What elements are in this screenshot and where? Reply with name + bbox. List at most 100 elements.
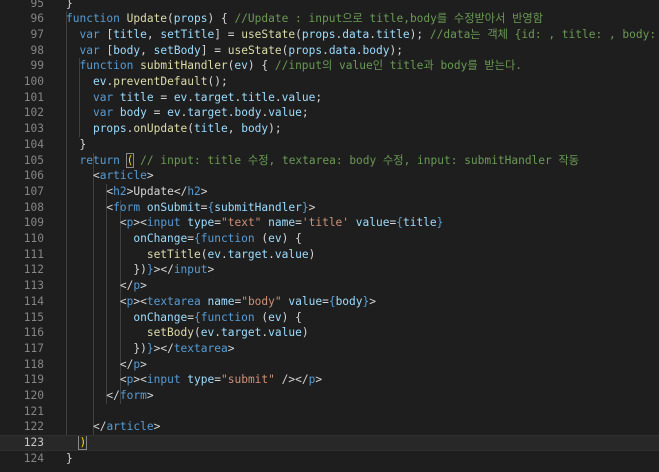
code-token: submitHandler [214,200,302,214]
code-line[interactable]: 111 setTitle(ev.target.value) [0,247,659,263]
code-line[interactable]: 98 var [body, setBody] = useState(props.… [0,43,659,59]
code-token: Update [133,184,174,198]
code-token: props [173,12,208,26]
code-token: ); [268,122,282,136]
code-text: setBody(ev.target.value) [66,325,309,341]
code-line[interactable]: 107 <h2>Update</h2> [0,184,659,200]
line-number: 103 [23,122,44,136]
code-line[interactable]: 108 <form onSubmit={submitHandler}> [0,200,659,216]
code-token: = [322,294,329,308]
line-number: 114 [23,294,44,308]
code-text: <h2>Update</h2> [66,184,208,200]
code-token: > [200,184,208,198]
code-token: = [214,216,221,230]
code-token: = [187,232,194,245]
code-token: . [268,247,275,261]
code-line[interactable]: 114 <p><textarea name="body" value={body… [0,294,659,310]
code-token: ] = [200,43,228,57]
code-token: > [315,373,323,387]
code-line[interactable]: 113 </p> [0,278,659,294]
line-number: 102 [23,106,44,120]
code-line[interactable]: 99 function submitHandler(ev) { //input의… [0,58,659,74]
code-token: ); [409,27,430,41]
code-token: ( [295,27,302,41]
line-number: 110 [23,232,44,245]
code-token: form [119,389,147,402]
line-number: 97 [30,27,44,41]
code-line[interactable]: 115 onChange={function (ev) { [0,310,659,326]
code-line[interactable]: 124} [0,451,659,467]
code-line[interactable]: 109 <p><input type="text" name='title' v… [0,215,659,231]
line-number: 108 [23,200,44,214]
code-token: > [146,389,154,402]
code-token: {function [194,232,262,245]
code-token: , [146,27,161,41]
code-line[interactable]: 119 <p><input type="submit" /></p> [0,372,659,388]
code-token: ev [234,59,248,73]
code-line[interactable]: 95} [0,0,659,11]
code-line[interactable]: 120 </form> [0,388,659,404]
code-token: submitHandler [140,59,228,73]
code-text: setTitle(ev.target.value) [66,247,315,263]
code-token: setBody [146,326,194,340]
code-line[interactable]: 104 } [0,137,659,153]
code-token: , [227,122,242,136]
code-token: ) [301,326,309,340]
code-token: > [153,420,161,434]
code-token: } [66,451,73,465]
code-token: ev [200,326,215,340]
code-token: type [187,216,215,230]
code-line[interactable]: 97 var [title, setTitle] = useState(prop… [0,27,659,43]
code-text: } [66,451,73,467]
code-token: value [268,326,302,340]
code-line[interactable]: 121 [0,404,659,420]
code-line[interactable]: 110 onChange={function (ev) { [0,231,659,247]
line-number: 112 [23,263,44,277]
code-token: = [214,373,221,387]
code-text: var [title, setTitle] = useState(props.d… [66,27,659,43]
code-line[interactable]: 105 return ( // input: title 수정, textare… [0,152,659,169]
code-line[interactable]: 106 <article> [0,168,659,184]
code-token: 'title' [301,216,350,230]
code-token: > [227,341,235,355]
line-number: 123 [23,436,44,450]
code-token: { [396,216,403,230]
code-token: "submit" [221,373,275,387]
code-line[interactable]: 100 ev.preventDefault(); [0,74,659,90]
code-token: >< [133,216,147,230]
code-line[interactable]: 118 </p> [0,357,659,373]
code-line[interactable]: 122 </article> [0,419,659,435]
code-line[interactable]: 116 setBody(ev.target.value) [0,325,659,341]
line-number: 95 [30,0,44,10]
code-token: function [66,12,127,26]
code-token: ) [78,436,88,450]
code-token: </ [119,279,134,293]
code-token: < [119,373,127,387]
line-number: 118 [23,357,44,371]
code-token: ] = [214,27,242,41]
code-token: . [322,43,329,57]
code-token: // input: title 수정, textarea: body 수정, i… [140,153,580,167]
code-line[interactable]: 102 var body = ev.target.body.value; [0,105,659,121]
line-number: 122 [23,420,44,434]
code-text: <p><input type="text" name='title' value… [66,215,444,231]
code-token: . [274,90,282,104]
code-line[interactable]: 103 props.onUpdate(title, body); [0,121,659,137]
code-line[interactable]: 96 function Update(props) { //Update : in… [0,11,659,27]
line-number: 115 [23,310,44,324]
code-token: body [113,43,141,57]
code-token: title [375,27,410,41]
code-token: /></ [274,373,309,387]
code-line[interactable]: 112 })}></input> [0,262,659,278]
code-line[interactable]: 117 })}></textarea> [0,341,659,357]
code-token: //data는 객체 {id: , title: , body: } [429,27,659,41]
code-line[interactable]: 101 var title = ev.target.title.value; [0,90,659,106]
code-text: <form onSubmit={submitHandler}> [66,200,315,216]
code-line[interactable]: 123 ) [0,435,659,451]
code-token: title [402,216,437,230]
code-editor[interactable]: 95} 96 function Update(props) { //Update :… [0,0,659,472]
